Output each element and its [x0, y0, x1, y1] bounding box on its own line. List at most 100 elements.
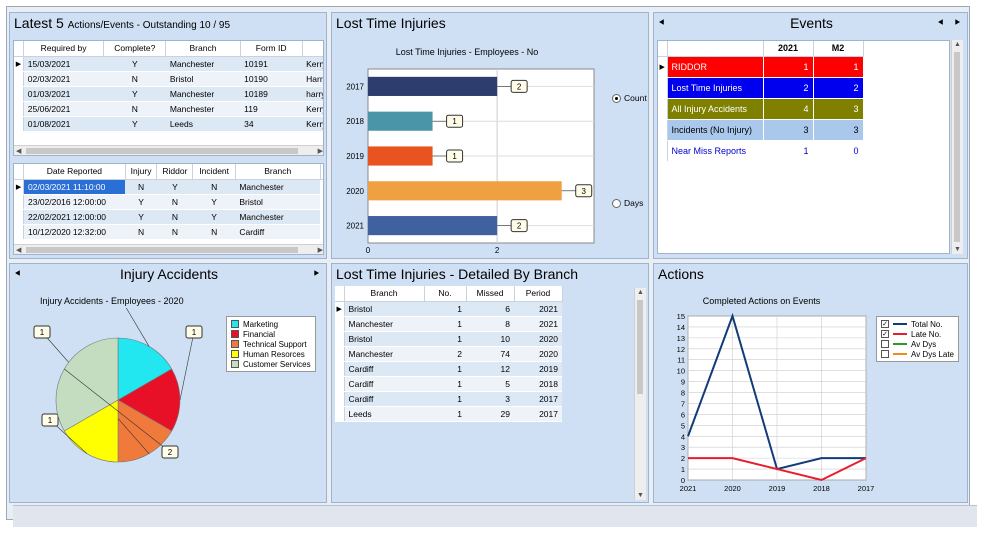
table-cell[interactable]: 2018: [514, 376, 562, 392]
table-row[interactable]: ▶ Bristol 1 6 2021: [335, 301, 562, 317]
table-cell[interactable]: Manchester: [165, 86, 241, 102]
table-cell[interactable]: 6: [466, 301, 514, 317]
table-cell[interactable]: 10189: [240, 86, 303, 102]
table-cell[interactable]: 15/03/2021: [23, 56, 104, 72]
table-row[interactable]: 23/02/2016 12:00:00 Y N Y Bristol: [14, 194, 323, 210]
table-cell[interactable]: 29: [466, 406, 514, 422]
table-row[interactable]: 22/02/2021 12:00:00 Y N Y Manchester: [14, 209, 323, 225]
count-radio[interactable]: Count: [612, 93, 647, 103]
table-cell[interactable]: 10: [466, 331, 514, 347]
table-cell[interactable]: 1: [424, 316, 466, 332]
events-grid[interactable]: 2021 M2 ▶ RIDDOR 1 1 Lost Time Injuries 2 2 All …: [657, 40, 950, 254]
table-cell[interactable]: 2019: [514, 361, 562, 377]
legend-checkbox[interactable]: ✓: [881, 320, 889, 328]
column-header[interactable]: Branch: [165, 41, 241, 57]
table-cell[interactable]: Kerry: [302, 101, 323, 117]
table-row[interactable]: Cardiff 1 5 2018: [335, 376, 562, 392]
table-cell[interactable]: 1: [424, 301, 466, 317]
event-label[interactable]: Near Miss Reports: [667, 140, 764, 162]
table-cell[interactable]: Bristol: [235, 194, 321, 210]
reports-grid-hscroll[interactable]: ◀ ▶: [14, 244, 323, 254]
table-cell[interactable]: Manchester: [344, 346, 424, 362]
table-cell[interactable]: Cardiff: [344, 391, 424, 407]
table-cell[interactable]: 2021: [514, 301, 562, 317]
column-header[interactable]: Date Reported: [23, 164, 126, 180]
event-label[interactable]: RIDDOR: [667, 56, 764, 78]
table-cell[interactable]: 22/02/2021 12:00:00: [23, 209, 126, 225]
table-cell[interactable]: Manchester: [165, 56, 241, 72]
table-cell[interactable]: 1: [424, 361, 466, 377]
table-cell[interactable]: Leeds: [344, 406, 424, 422]
event-count[interactable]: 4: [763, 98, 814, 120]
table-row[interactable]: ▶ 02/03/2021 11:10:00 N Y N Manchester: [14, 179, 323, 195]
table-cell[interactable]: 2020: [514, 346, 562, 362]
table-row[interactable]: Leeds 1 29 2017: [335, 406, 562, 422]
table-row[interactable]: Manchester 2 74 2020: [335, 346, 562, 362]
table-cell[interactable]: 23/02/2016 12:00:00: [23, 194, 126, 210]
event-count[interactable]: 2: [813, 77, 864, 99]
table-row[interactable]: Manchester 1 8 2021: [335, 316, 562, 332]
table-cell[interactable]: 8: [466, 316, 514, 332]
table-cell[interactable]: 01/08/2021: [23, 116, 104, 132]
events-row[interactable]: All Injury Accidents 4 3: [658, 98, 864, 120]
table-cell[interactable]: Bristol: [344, 301, 424, 317]
table-cell[interactable]: 02/03/2021: [23, 71, 104, 87]
column-header[interactable]: Complete?: [103, 41, 167, 57]
column-header[interactable]: Injury: [125, 164, 158, 180]
legend-item[interactable]: Av Dys: [881, 339, 954, 349]
column-header[interactable]: Form ID: [240, 41, 303, 57]
table-cell[interactable]: Bristol: [165, 71, 241, 87]
table-cell[interactable]: Cardiff: [235, 224, 321, 240]
table-cell[interactable]: N: [192, 224, 236, 240]
actions-grid-hscroll[interactable]: ◀ ▶: [14, 145, 323, 155]
table-cell[interactable]: 10191: [240, 56, 303, 72]
table-cell[interactable]: Leeds: [165, 116, 241, 132]
table-cell[interactable]: N: [192, 179, 236, 195]
column-header[interactable]: Period: [514, 286, 563, 302]
reports-grid[interactable]: Date ReportedInjuryRiddorIncidentBranchF…: [13, 163, 324, 255]
table-cell[interactable]: Manchester: [235, 209, 321, 225]
table-cell[interactable]: N: [103, 101, 166, 117]
table-cell[interactable]: 1: [424, 391, 466, 407]
column-header[interactable]: M2: [813, 41, 864, 57]
legend-item[interactable]: ✓ Late No.: [881, 329, 954, 339]
column-header[interactable]: 2021: [763, 41, 814, 57]
table-cell[interactable]: 2020: [514, 331, 562, 347]
table-cell[interactable]: Y: [103, 56, 166, 72]
column-header[interactable]: [667, 41, 764, 57]
table-row[interactable]: Cardiff 1 12 2019: [335, 361, 562, 377]
table-cell[interactable]: 1: [424, 406, 466, 422]
table-row[interactable]: Bristol 1 10 2020: [335, 331, 562, 347]
scroll-down-icon[interactable]: ▼: [637, 492, 644, 499]
event-count[interactable]: 2: [763, 77, 814, 99]
event-count[interactable]: 1: [813, 56, 864, 78]
actions-grid[interactable]: Required by Complete? Branch Form ID ▶ 15/03…: [13, 40, 324, 156]
days-radio-button[interactable]: [612, 198, 621, 208]
events-vscroll[interactable]: ▲ ▼: [951, 40, 963, 254]
scroll-thumb[interactable]: [954, 52, 960, 242]
branch-grid[interactable]: Branch No. Missed Period ▶ Bristol 1 6 2021 Manc…: [335, 286, 633, 500]
event-label[interactable]: Incidents (No Injury): [667, 119, 764, 141]
table-cell[interactable]: Harry W: [302, 71, 323, 87]
table-cell[interactable]: N: [156, 224, 193, 240]
table-cell[interactable]: Cardiff: [344, 361, 424, 377]
next-arrow-icon[interactable]: ⯈: [312, 269, 320, 280]
column-header[interactable]: Riddor: [156, 164, 194, 180]
table-cell[interactable]: harry: [302, 86, 323, 102]
event-count[interactable]: 3: [813, 119, 864, 141]
table-cell[interactable]: 25/06/2021: [23, 101, 104, 117]
column-header[interactable]: Branch: [235, 164, 321, 180]
table-cell[interactable]: Bristol: [344, 331, 424, 347]
table-cell[interactable]: 01/03/2021: [23, 86, 104, 102]
scroll-up-icon[interactable]: ▲: [637, 289, 644, 296]
table-cell[interactable]: 5: [466, 376, 514, 392]
column-header[interactable]: Branch: [344, 286, 425, 302]
table-cell[interactable]: 02/03/2021 11:10:00: [23, 179, 126, 195]
events-row[interactable]: ▶ RIDDOR 1 1: [658, 56, 864, 78]
table-row[interactable]: Cardiff 1 3 2017: [335, 391, 562, 407]
table-row[interactable]: 25/06/2021NManchester119Kerry: [14, 101, 323, 117]
column-header[interactable]: Incident: [192, 164, 236, 180]
table-cell[interactable]: N: [156, 194, 193, 210]
prev-arrow-icon[interactable]: ⯇: [937, 18, 945, 29]
table-cell[interactable]: Y: [192, 194, 236, 210]
